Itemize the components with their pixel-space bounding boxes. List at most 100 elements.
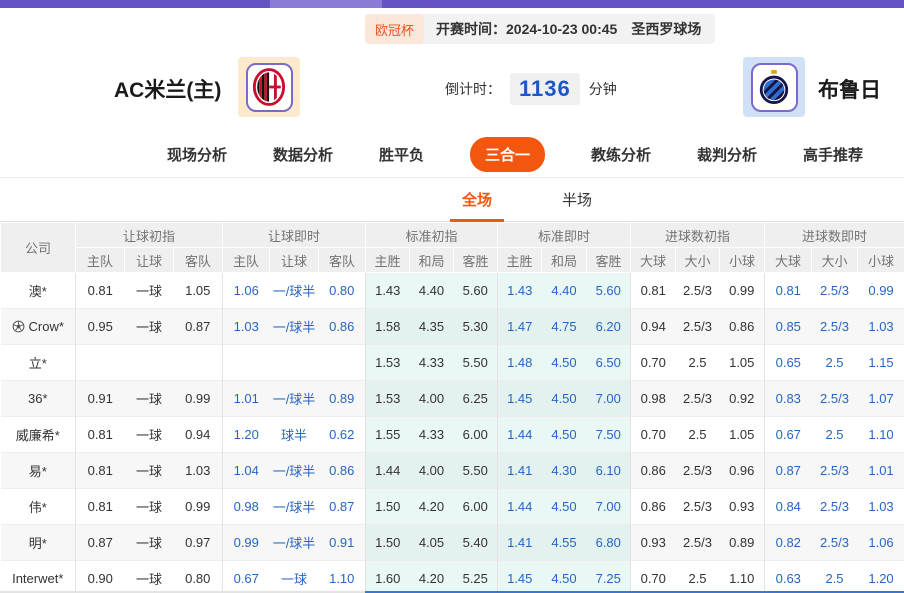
odds-cell: 0.99 <box>858 273 904 309</box>
odds-cell: 0.87 <box>76 525 125 561</box>
odds-cell: 0.89 <box>720 525 765 561</box>
odds-cell: 0.94 <box>174 417 223 453</box>
company-cell[interactable]: 伟* <box>1 489 76 525</box>
home-team-logo-box <box>238 57 300 117</box>
odds-cell: 1.04 <box>223 453 270 489</box>
odds-table: 公司让球初指让球即时标准初指标准即时进球数初指进球数即时主队让球客队主队让球客队… <box>0 222 904 593</box>
company-cell[interactable]: 威廉希* <box>1 417 76 453</box>
odds-cell: 4.50 <box>542 417 587 453</box>
nav-tab-4[interactable]: 教练分析 <box>591 144 651 165</box>
group-header-0: 让球初指 <box>76 223 223 248</box>
nav-tab-6[interactable]: 高手推荐 <box>803 144 863 165</box>
odds-cell <box>223 345 270 381</box>
ac-milan-crest-icon <box>246 63 293 112</box>
sub-header-1-1: 让球 <box>270 248 319 273</box>
odds-cell: 0.63 <box>765 561 812 593</box>
company-cell[interactable]: 36* <box>1 381 76 417</box>
company-cell[interactable]: Crow* <box>1 309 76 345</box>
company-cell[interactable]: 立* <box>1 345 76 381</box>
odds-cell: 1.44 <box>498 489 542 525</box>
odds-cell: 2.5/3 <box>676 489 720 525</box>
odds-cell: 0.83 <box>765 381 812 417</box>
sub-header-4-0: 大球 <box>631 248 676 273</box>
sub-header-4-2: 小球 <box>720 248 765 273</box>
odds-cell: 1.10 <box>720 561 765 593</box>
sub-header-0-2: 客队 <box>174 248 223 273</box>
odds-cell: 一/球半 <box>270 273 319 309</box>
group-header-5: 进球数即时 <box>765 223 904 248</box>
odds-cell: 1.50 <box>366 489 410 525</box>
odds-cell: 5.25 <box>454 561 498 593</box>
odds-cell: 一球 <box>125 453 174 489</box>
odds-cell: 2.5 <box>676 417 720 453</box>
odds-cell: 4.05 <box>410 525 454 561</box>
nav-tab-0[interactable]: 现场分析 <box>167 144 227 165</box>
odds-cell: 6.10 <box>587 453 631 489</box>
nav-tab-1[interactable]: 数据分析 <box>273 144 333 165</box>
table-row: 明*0.87一球0.970.99一/球半0.911.504.055.401.41… <box>1 525 904 561</box>
odds-cell: 一/球半 <box>270 525 319 561</box>
subtab-0[interactable]: 全场 <box>456 178 498 222</box>
odds-cell: 1.41 <box>498 525 542 561</box>
odds-cell: 0.87 <box>319 489 366 525</box>
table-row: Interwet*0.90一球0.800.67一球1.101.604.205.2… <box>1 561 904 593</box>
kickoff-label: 开赛时间： <box>436 19 506 39</box>
table-row: 立*1.534.335.501.484.506.500.702.51.050.6… <box>1 345 904 381</box>
company-cell[interactable]: 明* <box>1 525 76 561</box>
odds-cell: 0.81 <box>631 273 676 309</box>
nav-tab-3[interactable]: 三合一 <box>470 137 545 172</box>
company-cell[interactable]: 澳* <box>1 273 76 309</box>
odds-cell: 0.70 <box>631 417 676 453</box>
odds-cell: 1.06 <box>858 525 904 561</box>
odds-cell: 1.50 <box>366 525 410 561</box>
league-badge[interactable]: 欧冠杯 <box>365 14 424 44</box>
odds-cell: 一球 <box>125 525 174 561</box>
odds-cell: 2.5 <box>676 345 720 381</box>
top-purple-bar <box>0 0 904 8</box>
odds-cell: 1.05 <box>174 273 223 309</box>
odds-cell: 一/球半 <box>270 453 319 489</box>
odds-cell: 0.70 <box>631 561 676 593</box>
odds-cell: 一球 <box>125 309 174 345</box>
odds-cell: 1.05 <box>720 345 765 381</box>
odds-cell: 1.03 <box>858 489 904 525</box>
company-cell[interactable]: Interwet* <box>1 561 76 593</box>
odds-cell: 6.00 <box>454 489 498 525</box>
company-column-header: 公司 <box>1 223 76 273</box>
company-cell[interactable]: 易* <box>1 453 76 489</box>
odds-cell: 0.65 <box>765 345 812 381</box>
odds-cell: 0.91 <box>76 381 125 417</box>
odds-cell: 0.84 <box>765 489 812 525</box>
odds-cell: 4.33 <box>410 417 454 453</box>
odds-cell: 1.60 <box>366 561 410 593</box>
odds-cell: 2.5/3 <box>676 453 720 489</box>
odds-cell: 0.82 <box>765 525 812 561</box>
match-info-strip: 欧冠杯 开赛时间： 2024-10-23 00:45 圣西罗球场 <box>365 14 715 44</box>
odds-cell: 4.50 <box>542 561 587 593</box>
nav-tab-5[interactable]: 裁判分析 <box>697 144 757 165</box>
odds-cell: 4.50 <box>542 345 587 381</box>
odds-cell: 1.01 <box>858 453 904 489</box>
odds-cell: 一/球半 <box>270 381 319 417</box>
sub-header-4-1: 大小 <box>676 248 720 273</box>
subtabs: 全场 半场 <box>0 178 904 222</box>
table-row: 36*0.91一球0.991.01一/球半0.891.534.006.251.4… <box>1 381 904 417</box>
sub-header-1-0: 主队 <box>223 248 270 273</box>
countdown-unit: 分钟 <box>589 79 617 99</box>
odds-cell: 2.5 <box>676 561 720 593</box>
odds-cell <box>125 345 174 381</box>
odds-cell: 0.80 <box>319 273 366 309</box>
away-team-name: 布鲁日 <box>818 74 881 104</box>
odds-cell: 4.30 <box>542 453 587 489</box>
odds-cell: 0.91 <box>319 525 366 561</box>
sub-header-5-2: 小球 <box>858 248 904 273</box>
sub-header-0-1: 让球 <box>125 248 174 273</box>
odds-cell: 0.96 <box>720 453 765 489</box>
subtab-1[interactable]: 半场 <box>556 178 598 222</box>
odds-cell: 4.50 <box>542 381 587 417</box>
odds-cell: 1.06 <box>223 273 270 309</box>
nav-tab-2[interactable]: 胜平负 <box>379 144 424 165</box>
odds-cell: 0.81 <box>76 273 125 309</box>
odds-cell: 2.5/3 <box>812 273 858 309</box>
club-brugge-crest-icon <box>751 63 798 112</box>
